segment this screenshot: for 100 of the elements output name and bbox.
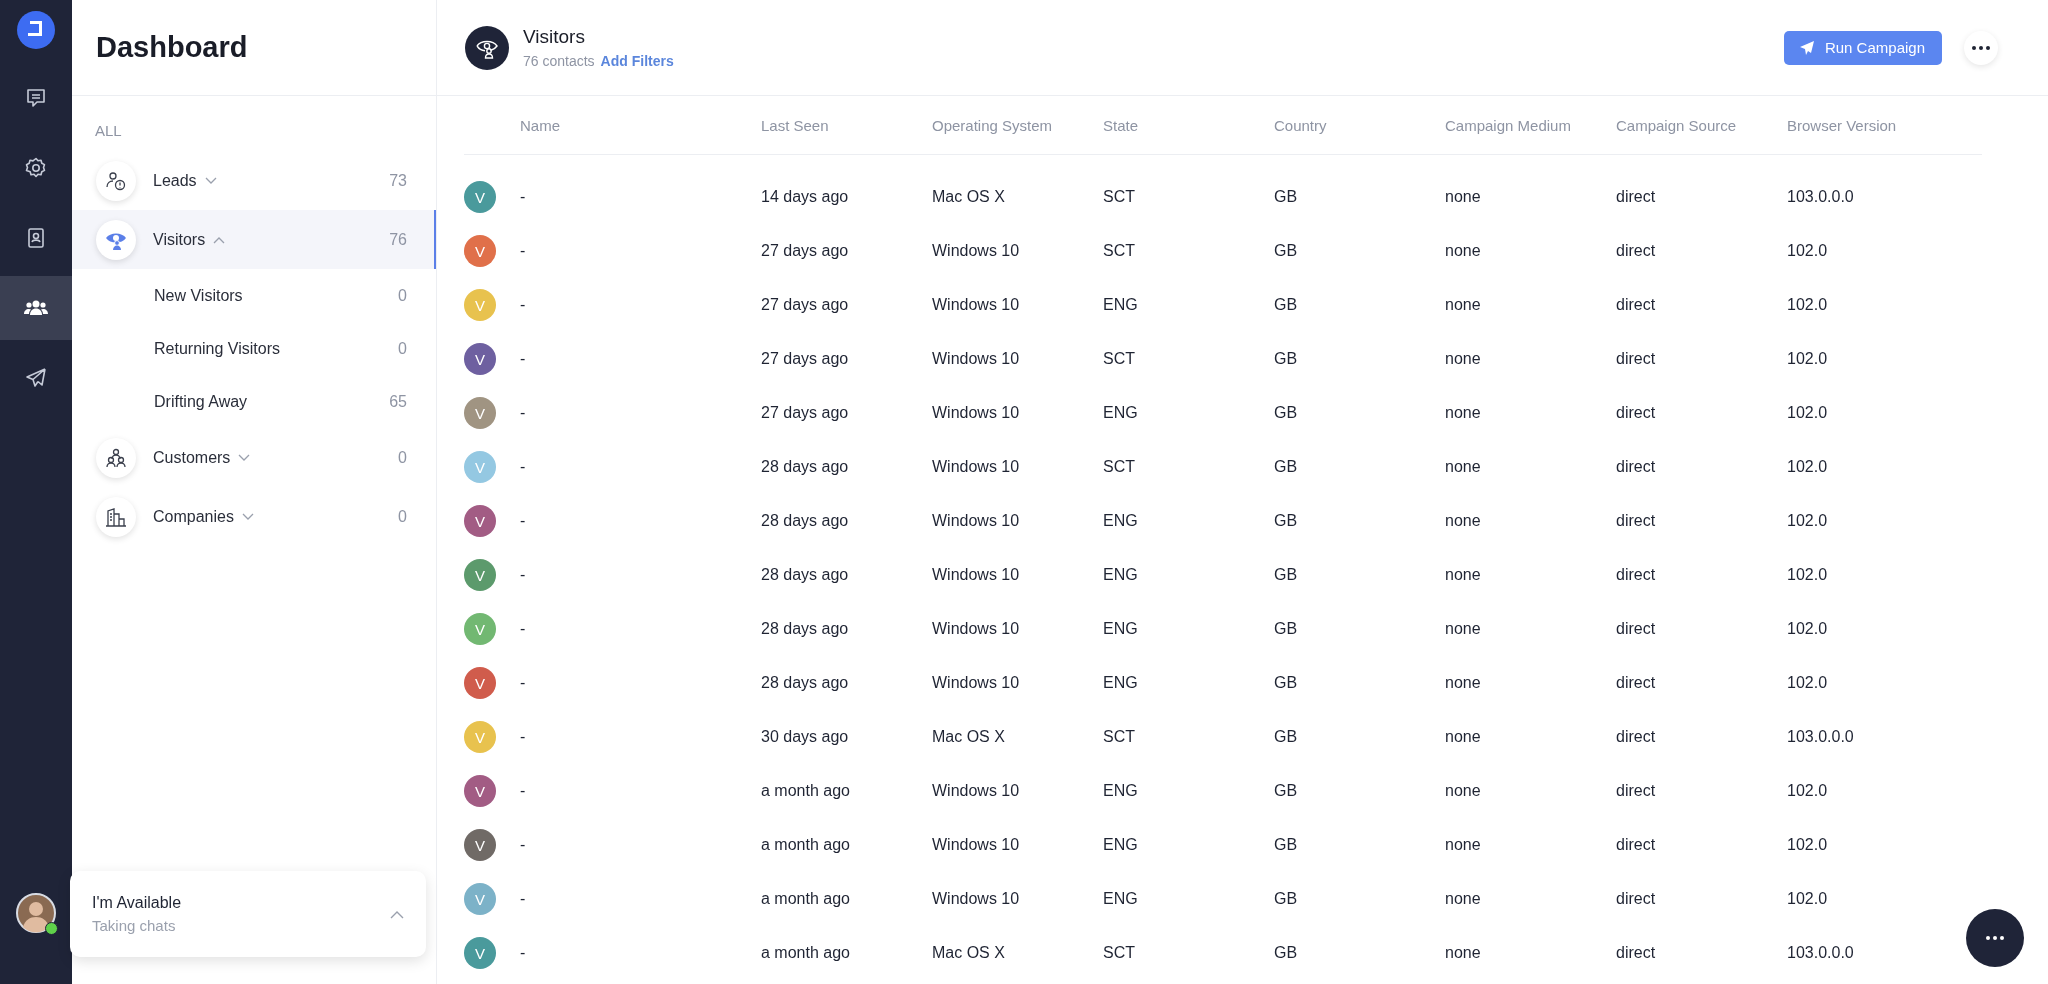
- table-cell-text: GB: [1274, 404, 1299, 422]
- table-cell-text: none: [1445, 782, 1482, 800]
- table-cell-text: direct: [1616, 944, 1657, 962]
- table-cell-text: SCT: [1103, 458, 1136, 476]
- item-label: Visitors: [153, 230, 206, 249]
- status-subtitle: Taking chats: [92, 917, 177, 934]
- item-count: 65: [389, 392, 407, 411]
- table-cell-text: 30 days ago: [761, 728, 850, 746]
- table-cell-text: GB: [1274, 620, 1299, 638]
- sidebar-subitem[interactable]: New Visitors 0: [72, 269, 436, 322]
- table-cell-text: 27 days ago: [761, 350, 850, 368]
- table-cell-text: -: [520, 728, 527, 746]
- table-cell-text: Windows 10: [932, 782, 1021, 800]
- table-cell-text: -: [520, 620, 527, 638]
- table-cell-text: direct: [1616, 188, 1657, 206]
- table-cell-text: GB: [1274, 944, 1299, 962]
- sidebar-item[interactable]: Companies 0: [72, 487, 436, 546]
- table-cell-text: -: [520, 404, 527, 422]
- status-title: I'm Available: [92, 894, 183, 912]
- eye-person-icon: [465, 25, 509, 70]
- column-header[interactable]: Name: [520, 116, 761, 134]
- table-cell-text: GB: [1274, 836, 1299, 854]
- column-header[interactable]: Browser Version: [1787, 116, 1982, 134]
- sidebar-subitem[interactable]: Returning Visitors 0: [72, 322, 436, 375]
- app-logo-icon[interactable]: [17, 11, 55, 49]
- avatar: V: [464, 667, 496, 699]
- table-cell-text: ENG: [1103, 836, 1139, 854]
- table-cell-text: a month ago: [761, 944, 851, 962]
- table-cell-text: 27 days ago: [761, 296, 850, 314]
- table-cell-text: GB: [1274, 458, 1299, 476]
- table-cell-text: -: [520, 458, 527, 476]
- table-cell-text: a month ago: [761, 890, 851, 908]
- table-cell-text: 27 days ago: [761, 404, 850, 422]
- sidebar-item[interactable]: Leads 73: [72, 151, 436, 210]
- table-cell-text: none: [1445, 836, 1482, 854]
- table-cell-text: direct: [1616, 242, 1657, 260]
- table-cell-text: 28 days ago: [761, 512, 850, 530]
- table-cell-text: -: [520, 242, 527, 260]
- table-cell-text: 28 days ago: [761, 458, 850, 476]
- table-cell-text: 103.0.0.0: [1787, 944, 1855, 962]
- table-cell-text: SCT: [1103, 188, 1136, 206]
- column-header[interactable]: State: [1103, 116, 1274, 134]
- table-cell-text: GB: [1274, 728, 1299, 746]
- paper-plane-icon: [1799, 40, 1815, 55]
- table-cell-text: -: [520, 296, 527, 314]
- table-cell-text: 102.0: [1787, 404, 1829, 422]
- status-card[interactable]: I'm Available Taking chats: [70, 871, 426, 957]
- table-cell-text: 28 days ago: [761, 566, 850, 584]
- table-cell-text: -: [520, 836, 527, 854]
- add-filters-link[interactable]: Add Filters: [600, 53, 674, 69]
- table-cell-text: 14 days ago: [761, 188, 850, 206]
- avatar: V: [464, 289, 496, 321]
- table-cell-text: direct: [1616, 404, 1657, 422]
- buildings-icon: [96, 496, 136, 537]
- avatar: V: [464, 451, 496, 483]
- table-cell-text: direct: [1616, 782, 1657, 800]
- table-cell-text: GB: [1274, 674, 1299, 692]
- table-cell-text: direct: [1616, 296, 1657, 314]
- column-header[interactable]: Campaign Source: [1616, 116, 1787, 134]
- sidebar-item[interactable]: Customers 0: [72, 428, 436, 487]
- table-cell-text: SCT: [1103, 242, 1136, 260]
- chevron-icon: [390, 909, 404, 919]
- run-campaign-button[interactable]: Run Campaign: [1783, 30, 1942, 65]
- table-cell-text: none: [1445, 728, 1482, 746]
- sidebar-item[interactable]: Visitors 76: [72, 210, 436, 269]
- column-header[interactable]: Operating System: [932, 116, 1103, 134]
- column-header[interactable]: Last Seen: [761, 116, 932, 134]
- table-cell-text: SCT: [1103, 944, 1136, 962]
- table-cell-text: direct: [1616, 728, 1657, 746]
- more-button[interactable]: [1964, 30, 1998, 65]
- table-cell-text: 102.0: [1787, 620, 1829, 638]
- item-label: Companies: [153, 507, 234, 526]
- table-cell-text: Mac OS X: [932, 944, 1006, 962]
- table-cell-text: direct: [1616, 350, 1657, 368]
- item-count: 73: [389, 171, 407, 190]
- column-header[interactable]: Country: [1274, 116, 1445, 134]
- user-avatar[interactable]: [16, 893, 56, 933]
- sidebar-subitem[interactable]: Drifting Away 65: [72, 375, 436, 428]
- item-count: 0: [398, 286, 407, 305]
- table-cell-text: none: [1445, 620, 1482, 638]
- table-cell-text: ENG: [1103, 296, 1139, 314]
- table-cell-text: GB: [1274, 296, 1299, 314]
- item-label: New Visitors: [154, 286, 243, 305]
- chevron-icon: [204, 176, 217, 185]
- table-cell-text: GB: [1274, 512, 1299, 530]
- sidebar-title: Dashboard: [96, 31, 248, 64]
- more-icon: [1972, 45, 1990, 50]
- avatar: V: [464, 343, 496, 375]
- people-icon[interactable]: [0, 276, 72, 340]
- table-cell-text: direct: [1616, 512, 1657, 530]
- table-cell-text: 103.0.0.0: [1787, 188, 1855, 206]
- item-count: 0: [398, 339, 407, 358]
- table-cell-text: -: [520, 890, 527, 908]
- avatar: V: [464, 883, 496, 915]
- avatar: V: [464, 181, 496, 213]
- avatar: V: [464, 559, 496, 591]
- table-cell-text: Windows 10: [932, 620, 1021, 638]
- column-header[interactable]: Campaign Medium: [1445, 116, 1616, 134]
- chat-menu-button[interactable]: [1966, 909, 2024, 967]
- table-cell-text: 102.0: [1787, 296, 1829, 314]
